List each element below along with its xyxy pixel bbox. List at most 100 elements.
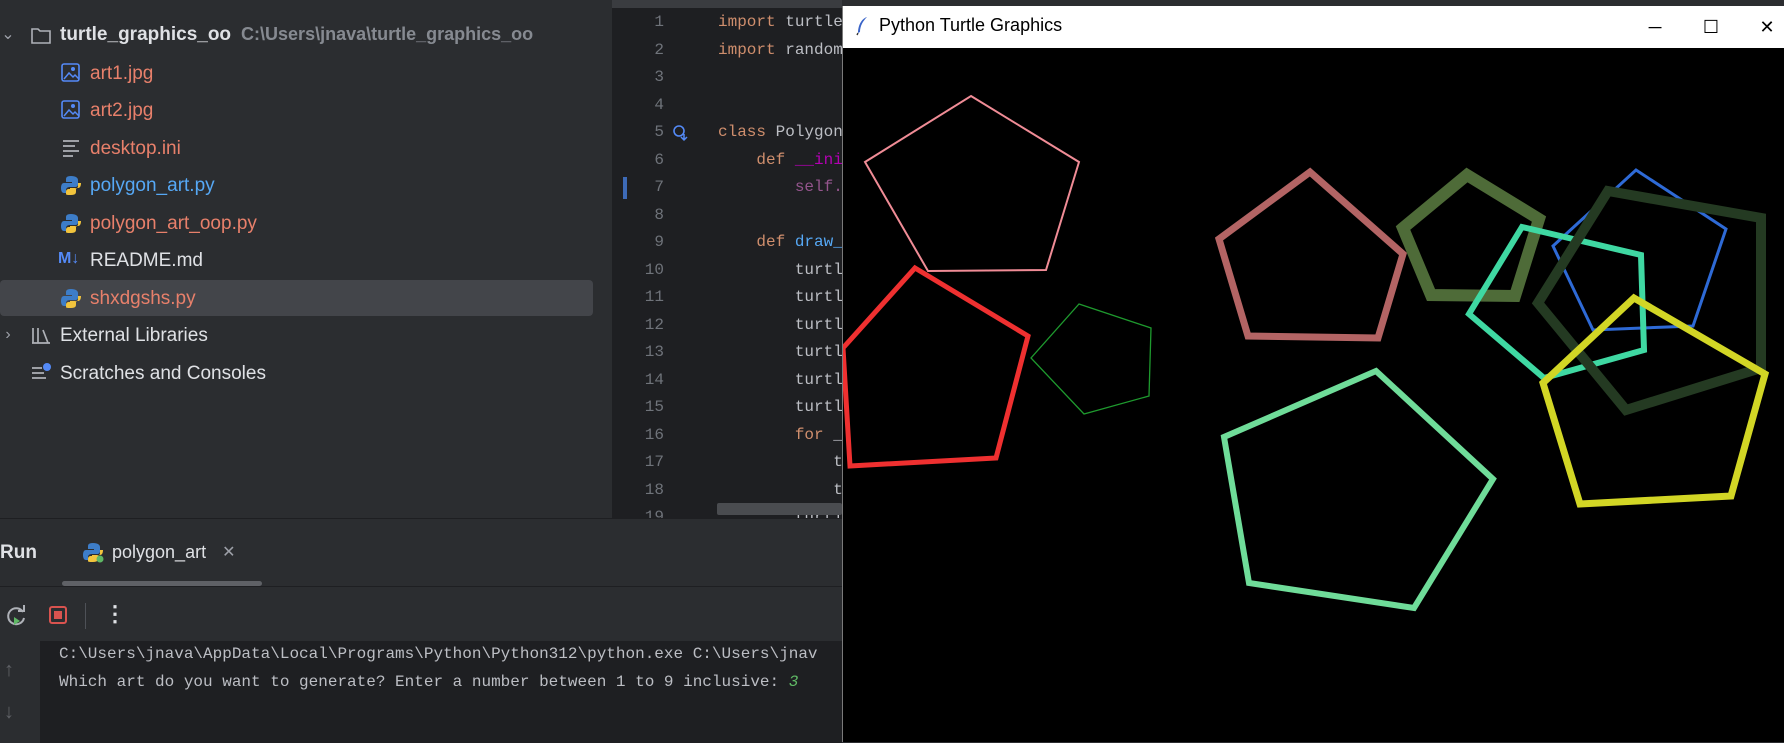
line-number: 15 [644, 398, 664, 416]
toolbar-divider [85, 603, 86, 629]
tree-external-libraries[interactable]: › External Libraries [0, 317, 600, 353]
code-line: class Polygon [718, 123, 842, 141]
folder-icon [31, 28, 51, 44]
turtle-graphics-window[interactable]: Python Turtle Graphics ─ ☐ ✕ [842, 6, 1784, 742]
scroll-down-icon[interactable]: ↓ [4, 701, 14, 724]
window-titlebar[interactable]: Python Turtle Graphics ─ ☐ ✕ [843, 6, 1784, 48]
run-panel-title: Run [0, 542, 37, 563]
text-file-icon [63, 140, 79, 157]
aqua-pentagon [1465, 223, 1648, 382]
tree-file-polygon-art[interactable]: polygon_art.py [0, 167, 600, 203]
line-number: 6 [654, 150, 664, 169]
file-name: polygon_art_oop.py [90, 213, 257, 234]
line-number: 8 [654, 205, 664, 224]
tree-file-art1[interactable]: art1.jpg [0, 55, 600, 91]
mint-pentagon [1220, 367, 1497, 612]
file-name: shxdgshs.py [90, 288, 196, 309]
console-user-input: 3 [788, 673, 799, 691]
code-line: turtl [718, 260, 842, 279]
root-folder-path: C:\Users\jnava\turtle_graphics_oo [241, 24, 534, 44]
root-folder-name: turtle_graphics_oo [60, 24, 232, 45]
tree-file-art2[interactable]: art2.jpg [0, 92, 600, 128]
code-line: t [718, 480, 842, 499]
file-name: art2.jpg [90, 100, 154, 121]
editor-horizontal-scrollbar[interactable] [612, 0, 842, 8]
maximize-button[interactable]: ☐ [1683, 6, 1739, 48]
run-tab-label: polygon_art [112, 541, 207, 562]
tree-scratches[interactable]: Scratches and Consoles [0, 355, 600, 391]
tree-file-readme[interactable]: M↓ README.md [0, 242, 600, 278]
line-number: 7 [654, 178, 664, 196]
line-number: 11 [644, 288, 664, 306]
code-line: t [718, 453, 842, 471]
rose-pentagon [1214, 167, 1407, 342]
line-number: 2 [654, 40, 664, 59]
code-line: turtl [718, 370, 842, 389]
line-number: 13 [644, 343, 664, 361]
close-tab-icon[interactable]: ✕ [222, 542, 235, 562]
python-file-icon [83, 543, 104, 563]
tree-file-polygon-art-oop[interactable]: polygon_art_oop.py [0, 205, 600, 241]
code-line: turtl [718, 343, 842, 361]
console-output[interactable]: C:\Users\jnava\AppData\Local\Programs\Py… [40, 641, 842, 743]
tree-root-folder[interactable]: ⌄ turtle_graphics_oo C:\Users\jnava\turtl… [0, 17, 600, 53]
chevron-down-icon[interactable]: ⌄ [1, 27, 15, 43]
code-line: turtl [718, 315, 842, 334]
file-name: desktop.ini [90, 138, 181, 159]
line-number: 12 [644, 315, 664, 334]
file-name: art1.jpg [90, 63, 154, 84]
library-icon [32, 328, 50, 344]
code-editor[interactable]: 1 import turtle 2 import random 3 4 5 class Pol… [612, 0, 842, 518]
run-tab[interactable]: polygon_art ✕ [82, 541, 235, 563]
line-number: 9 [654, 233, 664, 251]
code-line: def __init [756, 150, 842, 169]
scroll-up-icon[interactable]: ↑ [4, 659, 14, 682]
minimize-button[interactable]: ─ [1627, 6, 1683, 48]
red-pentagon [843, 264, 1031, 469]
project-tree: ⌄ turtle_graphics_oo C:\Users\jnava\turtl… [0, 0, 612, 518]
code-line: for _ [794, 425, 842, 444]
scratches-label: Scratches and Consoles [60, 363, 266, 384]
python-file-icon [61, 176, 81, 195]
green-pentagon [1030, 303, 1152, 415]
tree-file-desktop-ini[interactable]: desktop.ini [0, 130, 600, 166]
line-number: 4 [654, 95, 664, 114]
python-file-icon [61, 214, 81, 233]
darkgreen-pentagon [1531, 185, 1766, 416]
line-number: 1 [654, 13, 664, 31]
rerun-icon[interactable] [4, 603, 28, 627]
line-number: 18 [644, 480, 664, 499]
file-name: README.md [90, 250, 203, 271]
close-icon: ✕ [1759, 16, 1775, 37]
pink-pentagon [863, 94, 1081, 273]
stop-icon [54, 611, 62, 619]
run-panel: Run polygon_art ✕ ⋮ ↑ ↓ C:\Users\jnava\A… [0, 518, 842, 743]
python-file-icon [61, 289, 81, 308]
line-number: 10 [644, 260, 664, 279]
code-line: turtl [718, 288, 842, 306]
console-prompt: Which art do you want to generate? Enter… [59, 673, 789, 691]
image-file-icon [61, 100, 80, 119]
line-number: 16 [644, 425, 664, 444]
editor-scroll-thumb[interactable] [717, 503, 842, 515]
image-file-icon [61, 63, 80, 82]
close-button[interactable]: ✕ [1739, 6, 1784, 48]
more-options-icon[interactable]: ⋮ [104, 601, 126, 627]
line-number: 5 [654, 123, 664, 141]
external-libraries-label: External Libraries [60, 325, 208, 346]
line-number: 17 [644, 453, 664, 471]
file-name: polygon_art.py [90, 175, 215, 196]
stop-button[interactable] [49, 606, 67, 624]
override-icon[interactable] [672, 124, 690, 142]
markdown-file-icon: M↓ [58, 250, 80, 267]
minimize-icon: ─ [1648, 16, 1662, 37]
turtle-canvas[interactable] [843, 48, 1784, 742]
code-line: import random [718, 40, 842, 59]
line-number: 3 [654, 68, 664, 86]
line-number: 19 [644, 508, 664, 518]
chevron-right-icon[interactable]: › [1, 327, 15, 343]
maximize-icon: ☐ [1702, 16, 1720, 37]
console-line: C:\Users\jnava\AppData\Local\Programs\Py… [59, 645, 818, 663]
tree-file-shxdgshs[interactable]: shxdgshs.py [0, 280, 593, 316]
code-line: def draw_ [756, 233, 842, 251]
